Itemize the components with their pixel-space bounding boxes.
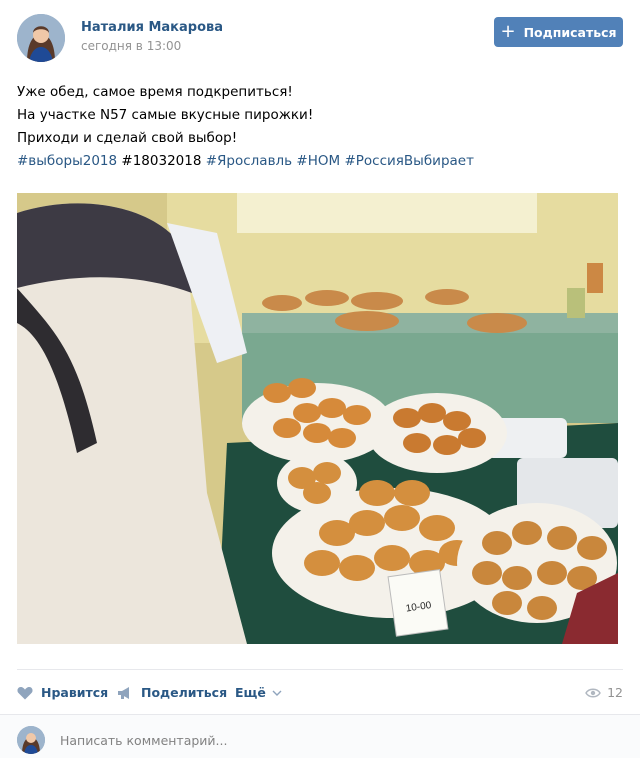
post-photo[interactable]: 10-00 (17, 193, 618, 644)
author-name[interactable]: Наталия Макарова (81, 20, 223, 35)
share-button[interactable]: Поделиться (117, 685, 227, 700)
post-header: Наталия Макарова сегодня в 13:00 + Подпи… (17, 14, 623, 62)
post-time-text[interactable]: сегодня в 13:00 (81, 39, 181, 53)
plus-icon: + (500, 21, 516, 42)
post-text-line: Приходи и сделай свой выбор! (17, 130, 238, 146)
views-count: 12 (607, 685, 623, 700)
author-avatar[interactable] (17, 14, 65, 62)
more-label: Ещё (235, 685, 266, 700)
post-text-line: На участке N57 самые вкусные пирожки! (17, 107, 314, 123)
hashtags: #выборы2018 #18032018 #Ярославль #НОМ #Р… (17, 150, 617, 173)
like-button[interactable]: Нравится (17, 685, 108, 700)
subscribe-label: Подписаться (523, 24, 617, 40)
post-text-line: Уже обед, самое время подкрепиться! (17, 84, 293, 100)
like-label: Нравится (41, 685, 109, 700)
post-actions: Нравится Поделиться Ещё 12 (17, 669, 623, 713)
megaphone-icon (118, 686, 129, 699)
hashtag-link[interactable]: #выборы2018 (17, 153, 117, 169)
comment-input[interactable]: Написать комментарий... (60, 733, 227, 748)
heart-icon (17, 686, 33, 699)
hashtag-link[interactable]: #Ярославль (206, 153, 292, 169)
comment-box[interactable]: Написать комментарий... (0, 714, 640, 758)
hashtag-link[interactable]: #РоссияВыбирает (344, 153, 473, 169)
post-text: Уже обед, самое время подкрепиться! На у… (17, 81, 617, 173)
chevron-down-icon (272, 690, 282, 696)
post-time[interactable]: сегодня в 13:00 (81, 39, 185, 53)
hashtag-link[interactable]: #18032018 (121, 153, 201, 169)
user-avatar (17, 726, 45, 754)
hashtag-link[interactable]: #НОМ (296, 153, 340, 169)
eye-icon (585, 688, 601, 697)
views-counter: 12 (585, 685, 623, 700)
subscribe-button[interactable]: + Подписаться (494, 17, 623, 47)
share-label: Поделиться (141, 685, 228, 700)
more-button[interactable]: Ещё (235, 685, 282, 700)
